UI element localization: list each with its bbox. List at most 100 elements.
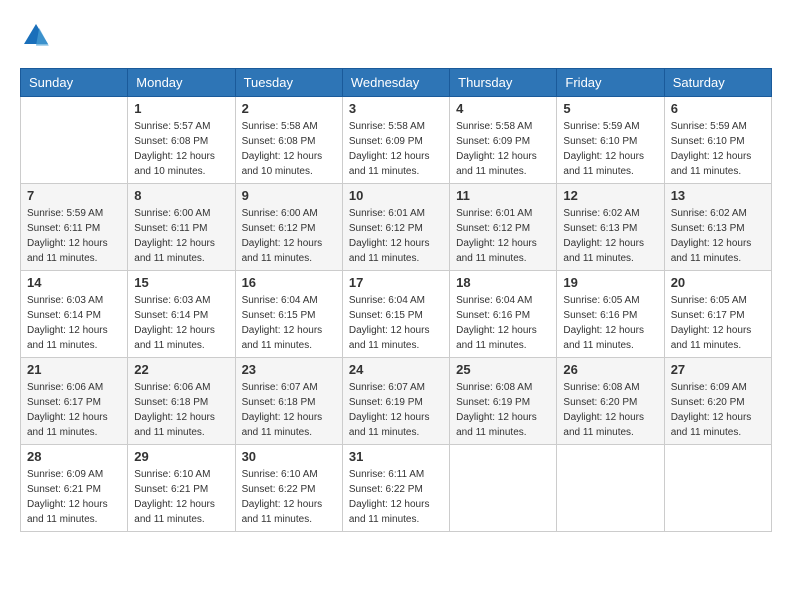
calendar-cell	[664, 445, 771, 532]
calendar-cell: 31 Sunrise: 6:11 AMSunset: 6:22 PMDayligh…	[342, 445, 449, 532]
day-info: Sunrise: 5:59 AMSunset: 6:11 PMDaylight:…	[27, 206, 121, 266]
day-info: Sunrise: 6:01 AMSunset: 6:12 PMDaylight:…	[456, 206, 550, 266]
day-number: 28	[27, 449, 121, 464]
day-info: Sunrise: 6:06 AMSunset: 6:18 PMDaylight:…	[134, 380, 228, 440]
calendar-week-row: 21 Sunrise: 6:06 AMSunset: 6:17 PMDayligh…	[21, 358, 772, 445]
day-info: Sunrise: 6:08 AMSunset: 6:19 PMDaylight:…	[456, 380, 550, 440]
day-number: 8	[134, 188, 228, 203]
day-info: Sunrise: 6:10 AMSunset: 6:21 PMDaylight:…	[134, 467, 228, 527]
calendar-cell: 30 Sunrise: 6:10 AMSunset: 6:22 PMDayligh…	[235, 445, 342, 532]
day-number: 6	[671, 101, 765, 116]
weekday-header: Sunday	[21, 69, 128, 97]
day-number: 14	[27, 275, 121, 290]
weekday-header: Friday	[557, 69, 664, 97]
calendar-week-row: 7 Sunrise: 5:59 AMSunset: 6:11 PMDaylight…	[21, 184, 772, 271]
day-info: Sunrise: 5:57 AMSunset: 6:08 PMDaylight:…	[134, 119, 228, 179]
calendar-cell: 3 Sunrise: 5:58 AMSunset: 6:09 PMDaylight…	[342, 97, 449, 184]
calendar-cell	[21, 97, 128, 184]
calendar-cell: 23 Sunrise: 6:07 AMSunset: 6:18 PMDayligh…	[235, 358, 342, 445]
day-number: 2	[242, 101, 336, 116]
day-info: Sunrise: 6:03 AMSunset: 6:14 PMDaylight:…	[27, 293, 121, 353]
calendar-cell: 20Sunrise: 6:05 AMSunset: 6:17 PMDayligh…	[664, 271, 771, 358]
day-info: Sunrise: 6:04 AMSunset: 6:16 PMDaylight:…	[456, 293, 550, 353]
day-info: Sunrise: 6:01 AMSunset: 6:12 PMDaylight:…	[349, 206, 443, 266]
day-number: 9	[242, 188, 336, 203]
calendar-cell: 6 Sunrise: 5:59 AMSunset: 6:10 PMDaylight…	[664, 97, 771, 184]
day-number: 31	[349, 449, 443, 464]
day-number: 23	[242, 362, 336, 377]
calendar-cell: 22 Sunrise: 6:06 AMSunset: 6:18 PMDayligh…	[128, 358, 235, 445]
day-info: Sunrise: 6:00 AMSunset: 6:11 PMDaylight:…	[134, 206, 228, 266]
calendar-cell: 21 Sunrise: 6:06 AMSunset: 6:17 PMDayligh…	[21, 358, 128, 445]
calendar-cell: 13 Sunrise: 6:02 AMSunset: 6:13 PMDayligh…	[664, 184, 771, 271]
calendar-cell: 10Sunrise: 6:01 AMSunset: 6:12 PMDayligh…	[342, 184, 449, 271]
day-number: 1	[134, 101, 228, 116]
day-number: 7	[27, 188, 121, 203]
calendar-cell	[557, 445, 664, 532]
logo-icon	[20, 20, 52, 52]
day-info: Sunrise: 6:06 AMSunset: 6:17 PMDaylight:…	[27, 380, 121, 440]
calendar-header-row: SundayMondayTuesdayWednesdayThursdayFrid…	[21, 69, 772, 97]
day-info: Sunrise: 6:02 AMSunset: 6:13 PMDaylight:…	[671, 206, 765, 266]
calendar-cell: 25 Sunrise: 6:08 AMSunset: 6:19 PMDayligh…	[450, 358, 557, 445]
calendar-cell: 18 Sunrise: 6:04 AMSunset: 6:16 PMDayligh…	[450, 271, 557, 358]
weekday-header: Tuesday	[235, 69, 342, 97]
day-number: 20	[671, 275, 765, 290]
day-info: Sunrise: 6:00 AMSunset: 6:12 PMDaylight:…	[242, 206, 336, 266]
day-number: 11	[456, 188, 550, 203]
day-info: Sunrise: 6:07 AMSunset: 6:19 PMDaylight:…	[349, 380, 443, 440]
day-number: 30	[242, 449, 336, 464]
day-info: Sunrise: 6:02 AMSunset: 6:13 PMDaylight:…	[563, 206, 657, 266]
day-info: Sunrise: 6:09 AMSunset: 6:20 PMDaylight:…	[671, 380, 765, 440]
calendar-table: SundayMondayTuesdayWednesdayThursdayFrid…	[20, 68, 772, 532]
weekday-header: Monday	[128, 69, 235, 97]
day-info: Sunrise: 5:58 AMSunset: 6:09 PMDaylight:…	[349, 119, 443, 179]
day-info: Sunrise: 5:59 AMSunset: 6:10 PMDaylight:…	[671, 119, 765, 179]
calendar-cell: 2 Sunrise: 5:58 AMSunset: 6:08 PMDaylight…	[235, 97, 342, 184]
day-number: 25	[456, 362, 550, 377]
day-info: Sunrise: 6:04 AMSunset: 6:15 PMDaylight:…	[242, 293, 336, 353]
calendar-week-row: 28 Sunrise: 6:09 AMSunset: 6:21 PMDayligh…	[21, 445, 772, 532]
calendar-cell: 4 Sunrise: 5:58 AMSunset: 6:09 PMDaylight…	[450, 97, 557, 184]
day-number: 3	[349, 101, 443, 116]
weekday-header: Thursday	[450, 69, 557, 97]
day-info: Sunrise: 6:03 AMSunset: 6:14 PMDaylight:…	[134, 293, 228, 353]
day-info: Sunrise: 6:09 AMSunset: 6:21 PMDaylight:…	[27, 467, 121, 527]
day-number: 15	[134, 275, 228, 290]
weekday-header: Saturday	[664, 69, 771, 97]
calendar-cell: 29Sunrise: 6:10 AMSunset: 6:21 PMDayligh…	[128, 445, 235, 532]
day-number: 17	[349, 275, 443, 290]
calendar-week-row: 1 Sunrise: 5:57 AMSunset: 6:08 PMDaylight…	[21, 97, 772, 184]
day-info: Sunrise: 6:11 AMSunset: 6:22 PMDaylight:…	[349, 467, 443, 527]
calendar-cell: 16Sunrise: 6:04 AMSunset: 6:15 PMDayligh…	[235, 271, 342, 358]
calendar-cell: 15 Sunrise: 6:03 AMSunset: 6:14 PMDayligh…	[128, 271, 235, 358]
calendar-cell: 11 Sunrise: 6:01 AMSunset: 6:12 PMDayligh…	[450, 184, 557, 271]
logo	[20, 20, 56, 52]
day-number: 13	[671, 188, 765, 203]
day-number: 22	[134, 362, 228, 377]
day-info: Sunrise: 5:59 AMSunset: 6:10 PMDaylight:…	[563, 119, 657, 179]
day-info: Sunrise: 6:07 AMSunset: 6:18 PMDaylight:…	[242, 380, 336, 440]
calendar-cell: 14 Sunrise: 6:03 AMSunset: 6:14 PMDayligh…	[21, 271, 128, 358]
calendar-cell: 24 Sunrise: 6:07 AMSunset: 6:19 PMDayligh…	[342, 358, 449, 445]
day-info: Sunrise: 6:10 AMSunset: 6:22 PMDaylight:…	[242, 467, 336, 527]
calendar-cell: 5Sunrise: 5:59 AMSunset: 6:10 PMDaylight…	[557, 97, 664, 184]
calendar-cell: 8 Sunrise: 6:00 AMSunset: 6:11 PMDaylight…	[128, 184, 235, 271]
calendar-week-row: 14 Sunrise: 6:03 AMSunset: 6:14 PMDayligh…	[21, 271, 772, 358]
day-number: 4	[456, 101, 550, 116]
calendar-cell: 19Sunrise: 6:05 AMSunset: 6:16 PMDayligh…	[557, 271, 664, 358]
day-info: Sunrise: 5:58 AMSunset: 6:08 PMDaylight:…	[242, 119, 336, 179]
day-number: 27	[671, 362, 765, 377]
calendar-cell: 28 Sunrise: 6:09 AMSunset: 6:21 PMDayligh…	[21, 445, 128, 532]
calendar-cell: 9 Sunrise: 6:00 AMSunset: 6:12 PMDaylight…	[235, 184, 342, 271]
day-number: 21	[27, 362, 121, 377]
day-number: 26	[563, 362, 657, 377]
day-info: Sunrise: 5:58 AMSunset: 6:09 PMDaylight:…	[456, 119, 550, 179]
calendar-cell: 1 Sunrise: 5:57 AMSunset: 6:08 PMDaylight…	[128, 97, 235, 184]
day-number: 18	[456, 275, 550, 290]
day-info: Sunrise: 6:04 AMSunset: 6:15 PMDaylight:…	[349, 293, 443, 353]
calendar-cell: 12Sunrise: 6:02 AMSunset: 6:13 PMDayligh…	[557, 184, 664, 271]
day-number: 24	[349, 362, 443, 377]
calendar-cell: 7 Sunrise: 5:59 AMSunset: 6:11 PMDaylight…	[21, 184, 128, 271]
day-info: Sunrise: 6:05 AMSunset: 6:16 PMDaylight:…	[563, 293, 657, 353]
